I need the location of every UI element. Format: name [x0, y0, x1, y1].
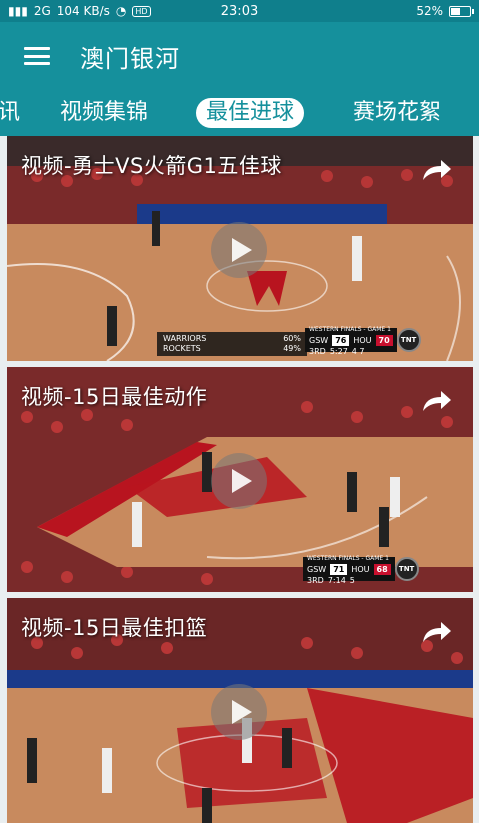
home-score: 70 — [375, 334, 393, 346]
video-title: 视频-15日最佳扣篮 — [21, 616, 208, 640]
app-title: 澳门银河 — [80, 44, 180, 73]
app-bar: 澳门银河 — [0, 22, 479, 90]
away-score: 71 — [330, 563, 348, 575]
clock: 23:03 — [220, 3, 259, 19]
stat-pct: 49% — [283, 344, 301, 353]
share-icon[interactable] — [419, 387, 453, 415]
stat-pct: 60% — [283, 334, 301, 343]
hd-badge: HD — [132, 5, 151, 17]
battery-icon — [449, 5, 474, 17]
video-list: 视频-勇士VS火箭G1五佳球 WARRIORS 60% ROCKETS 49% WE… — [0, 136, 479, 823]
play-button[interactable] — [211, 684, 267, 740]
category-tabs: 讯 视频集锦 最佳进球 赛场花絮 — [0, 90, 479, 136]
status-bar: ▮▮▮ 2G 104 KB/s ◔ HD 23:03 52% — [0, 0, 479, 22]
game-clock: 5:27 — [329, 346, 348, 356]
network-logo: TNT — [394, 557, 419, 581]
signal-type: 2G — [33, 4, 51, 18]
shot-clock: 4 7 — [351, 346, 365, 356]
home-team: HOU — [353, 335, 372, 345]
scorebug-header: WESTERN FINALS - GAME 1 — [309, 325, 391, 333]
tab-sideline[interactable]: 赛场花絮 — [353, 98, 441, 128]
away-team: GSW — [307, 564, 327, 574]
play-button[interactable] — [211, 222, 267, 278]
video-card[interactable]: 视频-15日最佳扣篮 — [7, 598, 473, 823]
tab-best-goals[interactable]: 最佳进球 — [196, 98, 305, 128]
share-icon[interactable] — [419, 618, 453, 646]
network-logo: TNT — [396, 328, 421, 352]
tab-highlights[interactable]: 视频集锦 — [60, 98, 148, 128]
scorebug: WESTERN FINALS - GAME 1 GSW 76 HOU 70 3RD 5… — [305, 326, 421, 356]
scorebug-header: WESTERN FINALS - GAME 1 — [307, 554, 389, 562]
video-card[interactable]: 视频-15日最佳动作 WESTERN FINALS - GAME 1 GSW 71… — [7, 367, 473, 592]
share-icon[interactable] — [419, 156, 453, 184]
signal-icon: ▮▮▮ — [8, 4, 28, 18]
tab-news[interactable]: 讯 — [0, 98, 20, 128]
wifi-icon: ◔ — [115, 4, 127, 18]
stat-team: ROCKETS — [163, 344, 201, 353]
play-button[interactable] — [211, 453, 267, 509]
home-score: 68 — [373, 563, 391, 575]
period: 3RD — [309, 346, 326, 356]
shot-clock: 5 — [349, 575, 355, 585]
video-title: 视频-15日最佳动作 — [21, 385, 208, 409]
away-team: GSW — [309, 335, 329, 345]
period: 3RD — [307, 575, 324, 585]
scorebug: WESTERN FINALS - GAME 1 GSW 71 HOU 68 3RD 7… — [303, 555, 419, 585]
away-score: 76 — [332, 334, 350, 346]
video-title: 视频-勇士VS火箭G1五佳球 — [21, 154, 282, 178]
hamburger-menu-icon[interactable] — [24, 47, 50, 65]
net-speed: 104 KB/s — [56, 4, 110, 18]
team-stats: WARRIORS 60% ROCKETS 49% — [157, 332, 307, 356]
video-card[interactable]: 视频-勇士VS火箭G1五佳球 WARRIORS 60% ROCKETS 49% WE… — [7, 136, 473, 361]
battery-percent: 52% — [416, 4, 443, 18]
stat-team: WARRIORS — [163, 334, 207, 343]
game-clock: 7:14 — [327, 575, 346, 585]
home-team: HOU — [351, 564, 370, 574]
